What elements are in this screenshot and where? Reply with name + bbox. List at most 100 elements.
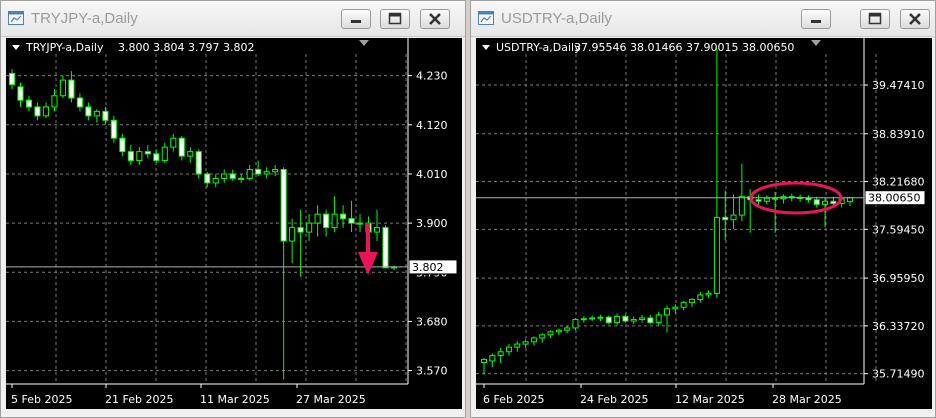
candle-body-bear bbox=[127, 151, 134, 162]
candle-body-bull bbox=[664, 308, 670, 316]
chart-window-icon bbox=[8, 11, 24, 25]
candle-body-bull bbox=[42, 106, 50, 117]
candle-body-bull bbox=[614, 315, 621, 324]
candle-body-bear bbox=[144, 151, 151, 155]
time-tick-label: 24 Feb 2025 bbox=[580, 393, 648, 406]
window-bottom-border bbox=[1, 409, 465, 417]
dropdown-triangle-icon bbox=[482, 45, 490, 50]
price-tick-label: 4.010 bbox=[416, 168, 448, 181]
chart-header-ohlc: 37.95546 38.01466 37.90015 38.00650 bbox=[574, 41, 794, 54]
close-button[interactable] bbox=[900, 9, 930, 29]
candle-body-bear bbox=[297, 227, 304, 233]
candle-body-bull bbox=[539, 334, 546, 339]
current-price-label: 38.00650 bbox=[868, 192, 921, 205]
candle-body-bull bbox=[373, 227, 381, 233]
candle-body-bull bbox=[356, 222, 364, 225]
candle-body-bear bbox=[323, 213, 330, 229]
window-titlebar[interactable]: TRYJPY-a,Daily bbox=[1, 1, 465, 37]
candle-body-bull bbox=[564, 327, 571, 331]
price-tick-label: 3.900 bbox=[416, 217, 448, 230]
minimize-icon bbox=[351, 20, 361, 23]
candle-body-bull bbox=[170, 137, 177, 148]
red-down-arrow-icon bbox=[358, 252, 378, 275]
candle-body-bear bbox=[119, 137, 126, 153]
time-tick-label: 12 Mar 2025 bbox=[675, 393, 745, 406]
maximize-icon bbox=[868, 12, 882, 25]
candle-body-bear bbox=[110, 119, 117, 139]
candle-body-bear bbox=[85, 106, 92, 117]
maximize-button[interactable] bbox=[860, 9, 890, 29]
candle-body-bear bbox=[772, 197, 779, 200]
candle-body-bear bbox=[755, 199, 762, 202]
candle-body-bull bbox=[630, 319, 637, 322]
candle-body-bull bbox=[481, 358, 487, 364]
candle-body-bull bbox=[655, 314, 662, 324]
chart-header-symbol: TRYJPY-a,Daily bbox=[25, 41, 104, 54]
candle-body-bull bbox=[672, 306, 679, 310]
minimize-icon bbox=[811, 20, 821, 23]
maximize-button[interactable] bbox=[380, 9, 410, 29]
chart-shift-marker bbox=[811, 40, 821, 46]
candle-body-bull bbox=[763, 197, 770, 202]
candle-body-bull bbox=[572, 319, 579, 329]
candle-body-bull bbox=[697, 294, 704, 301]
price-tick-label: 37.59450 bbox=[872, 223, 925, 236]
window-bottom-border bbox=[471, 409, 935, 417]
time-tick-label: 6 Feb 2025 bbox=[483, 393, 544, 406]
chart-window-usdtry[interactable]: USDTRY-a,Daily 39.47410 38.83910 38.21680 3… bbox=[470, 0, 936, 418]
close-icon bbox=[909, 13, 921, 25]
candle-body-bull bbox=[272, 168, 279, 173]
candle-body-bull bbox=[580, 318, 587, 321]
candle-body-bear bbox=[805, 197, 812, 201]
time-tick-label: 27 Mar 2025 bbox=[296, 393, 366, 406]
chart-canvas[interactable]: 4.2304.1204.0103.9003.7903.6803.5705 Feb… bbox=[6, 38, 462, 410]
minimize-button[interactable] bbox=[801, 9, 831, 29]
candle-body-bear bbox=[204, 173, 211, 184]
candle-body-bear bbox=[813, 199, 820, 205]
price-chart[interactable]: 39.47410 38.83910 38.21680 37.59450 36.95950… bbox=[476, 38, 932, 410]
chart-canvas[interactable]: 39.47410 38.83910 38.21680 37.59450 36.95950… bbox=[476, 38, 932, 410]
candle-body-bear bbox=[722, 216, 729, 221]
minimize-button[interactable] bbox=[341, 9, 371, 29]
candle-body-bear bbox=[830, 200, 837, 205]
candle-body-bull bbox=[822, 200, 829, 205]
candle-body-bear bbox=[76, 97, 83, 108]
candle-body-bull bbox=[51, 95, 58, 108]
close-button[interactable] bbox=[420, 9, 450, 29]
chart-shift-marker bbox=[359, 40, 369, 46]
price-tick-label: 4.230 bbox=[416, 70, 448, 83]
candle-body-bear bbox=[153, 153, 160, 162]
window-titlebar[interactable]: USDTRY-a,Daily bbox=[471, 1, 935, 37]
candle-body-bull bbox=[555, 329, 562, 333]
chart-window-tryjpy[interactable]: TRYJPY-a,Daily 4.2304.1204.0103.9003.790… bbox=[0, 0, 466, 418]
candle-body-bull bbox=[680, 302, 687, 308]
candle-body-bull bbox=[238, 177, 245, 180]
candle-body-bull bbox=[161, 146, 168, 162]
chart-header-ohlc: 3.800 3.804 3.797 3.802 bbox=[118, 41, 254, 54]
candle-body-bull bbox=[597, 316, 604, 319]
close-icon bbox=[429, 13, 441, 25]
candle-body-bull bbox=[547, 331, 554, 336]
price-chart[interactable]: 4.2304.1204.0103.9003.7903.6803.5705 Feb… bbox=[6, 38, 462, 410]
candle-body-bear bbox=[622, 315, 629, 322]
candle-body-bull bbox=[306, 222, 313, 233]
candle-body-bull bbox=[847, 197, 853, 203]
candle-body-bull bbox=[530, 337, 537, 343]
price-tick-label: 35.71490 bbox=[872, 368, 925, 381]
candle-body-bull bbox=[221, 173, 228, 179]
time-tick-label: 5 Feb 2025 bbox=[11, 393, 72, 406]
maximize-icon bbox=[388, 12, 402, 25]
candle-body-bear bbox=[255, 168, 262, 175]
candle-body-bull bbox=[93, 110, 100, 117]
candle-body-bull bbox=[730, 214, 737, 221]
candle-body-bull bbox=[738, 196, 745, 216]
candle-body-bear bbox=[34, 106, 41, 117]
candle-body-bear bbox=[17, 86, 24, 101]
candle-body-bull bbox=[187, 151, 194, 157]
time-tick-label: 21 Feb 2025 bbox=[105, 393, 173, 406]
candle-body-bull bbox=[514, 343, 521, 348]
price-tick-label: 39.47410 bbox=[872, 79, 925, 92]
candle-body-bull bbox=[639, 317, 646, 321]
candle-body-bear bbox=[25, 99, 33, 108]
candle-body-bull bbox=[246, 168, 253, 179]
